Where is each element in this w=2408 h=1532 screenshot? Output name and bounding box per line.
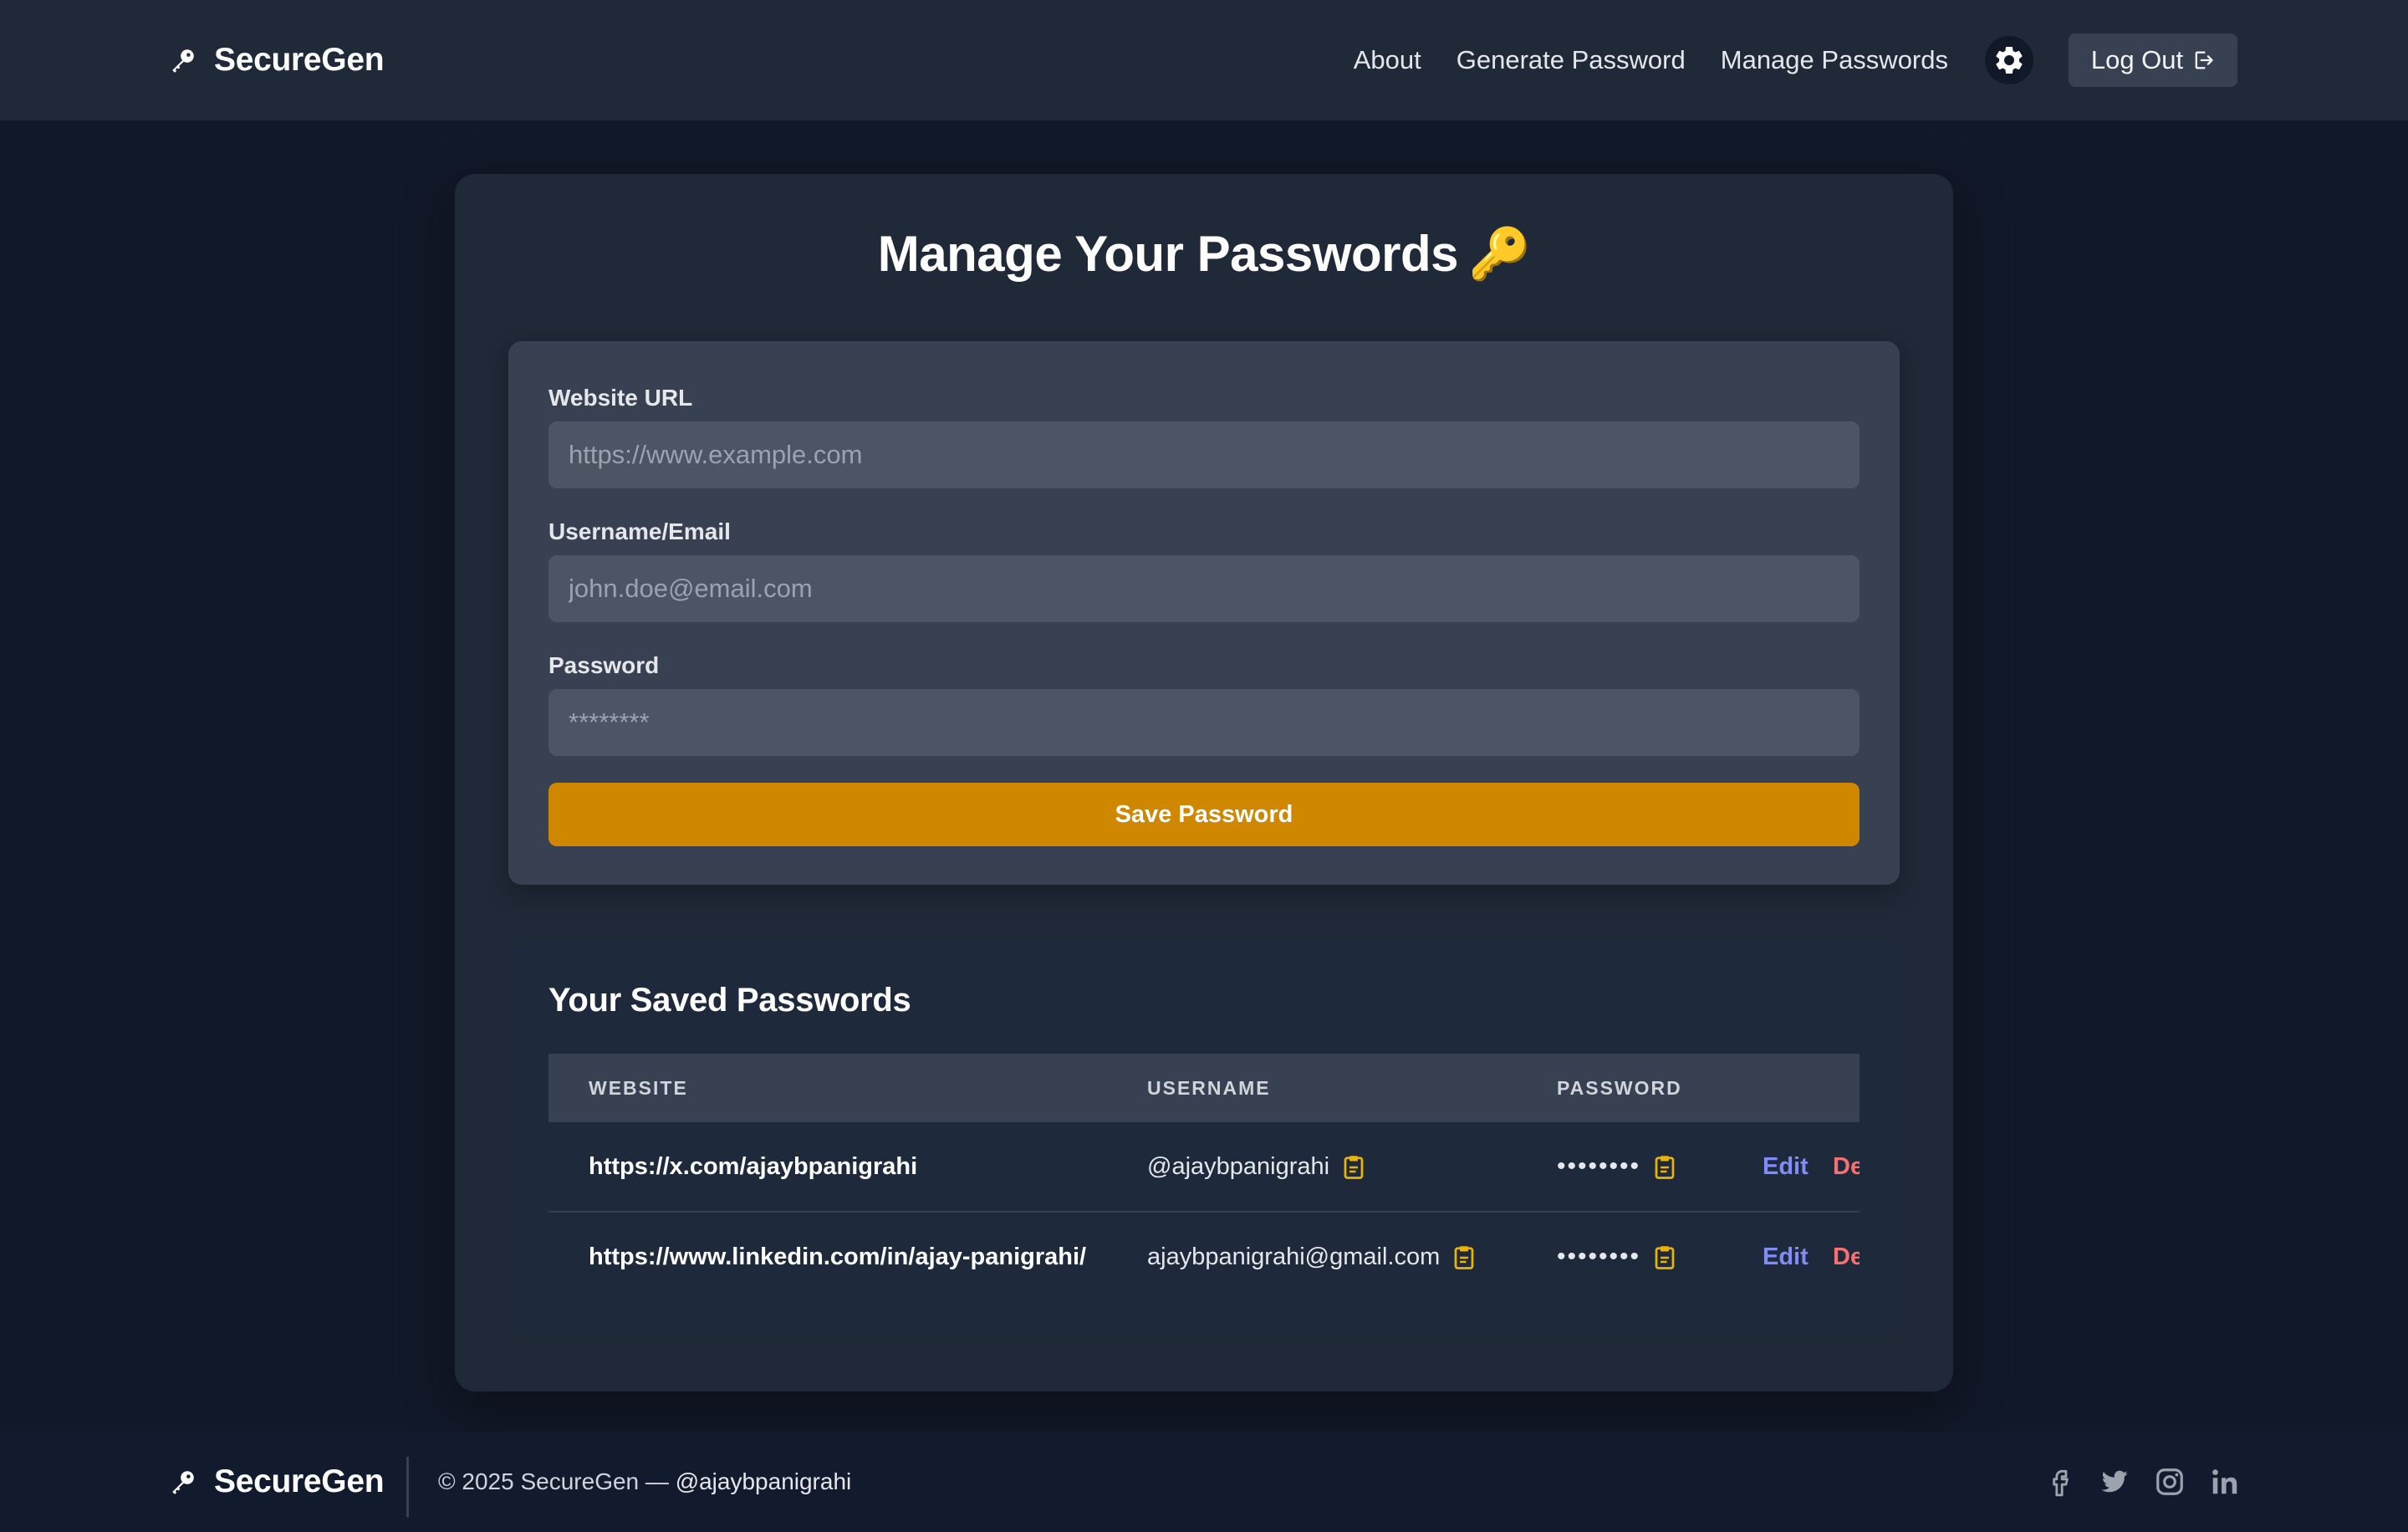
brand-name: SecureGen: [214, 42, 385, 78]
nav-manage-passwords[interactable]: Manage Passwords: [1721, 45, 1948, 75]
website-url-input[interactable]: [548, 421, 1860, 488]
social-links: [2043, 1432, 2241, 1532]
website-url-label: Website URL: [548, 385, 693, 411]
password-label: Password: [548, 652, 660, 678]
username-cell: @ajaybpanigrahi: [1147, 1122, 1365, 1211]
logout-icon: [2195, 51, 2213, 69]
nav-about[interactable]: About: [1354, 45, 1421, 75]
password-cell: ••••••••: [1557, 1213, 1676, 1301]
delete-button[interactable]: De: [1833, 1213, 1860, 1301]
theme-toggle-button[interactable]: [1985, 36, 2033, 84]
column-header-password: PASSWORD: [1557, 1077, 1682, 1099]
website-cell: https://x.com/ajaybpanigrahi: [589, 1153, 918, 1180]
brand[interactable]: SecureGen: [169, 42, 385, 79]
key-emoji-icon: 🔑: [1467, 226, 1531, 282]
table-row: https://x.com/ajaybpanigrahi @ajaybpanig…: [548, 1122, 1860, 1213]
footer-handle-link[interactable]: @ajaybpanigrahi: [676, 1468, 852, 1494]
footer-brand-name: SecureGen: [214, 1463, 385, 1499]
password-input[interactable]: [548, 689, 1860, 756]
copy-username-icon[interactable]: [1453, 1245, 1475, 1270]
column-header-username: USERNAME: [1147, 1077, 1271, 1099]
username-cell: ajaybpanigrahi@gmail.com: [1147, 1213, 1475, 1301]
column-header-website: WEBSITE: [589, 1077, 688, 1099]
copy-password-icon[interactable]: [1654, 1155, 1676, 1180]
password-mask: ••••••••: [1557, 1243, 1641, 1270]
password-cell: ••••••••: [1557, 1122, 1676, 1211]
copy-password-icon[interactable]: [1654, 1245, 1676, 1270]
table-header: WEBSITE USERNAME PASSWORD: [548, 1054, 1860, 1122]
gear-icon: [1996, 46, 2023, 74]
logout-button[interactable]: Log Out: [2069, 33, 2237, 87]
copy-username-icon[interactable]: [1343, 1155, 1365, 1180]
nav-generate-password[interactable]: Generate Password: [1457, 45, 1686, 75]
copyright-text: © 2025 SecureGen —: [438, 1468, 676, 1494]
key-icon: [169, 1468, 197, 1496]
nav-links: About Generate Password Manage Passwords…: [1354, 33, 2237, 87]
username-text: @ajaybpanigrahi: [1147, 1153, 1330, 1180]
passwords-table: WEBSITE USERNAME PASSWORD https://x.com/…: [548, 1054, 1860, 1321]
footer-brand[interactable]: SecureGen: [169, 1432, 385, 1532]
key-icon: [169, 46, 197, 74]
navbar: SecureGen About Generate Password Manage…: [0, 0, 2408, 120]
footer-copyright: © 2025 SecureGen — @ajaybpanigrahi: [438, 1432, 851, 1532]
save-password-button[interactable]: Save Password: [548, 783, 1860, 846]
linkedin-icon[interactable]: [2209, 1466, 2241, 1498]
page-title: Manage Your Passwords 🔑: [0, 224, 2408, 283]
password-mask: ••••••••: [1557, 1152, 1641, 1180]
saved-passwords-title: Your Saved Passwords: [548, 982, 911, 1019]
facebook-icon[interactable]: [2043, 1466, 2075, 1498]
edit-button[interactable]: Edit: [1763, 1122, 1809, 1211]
footer-divider: [406, 1457, 409, 1517]
username-text: ajaybpanigrahi@gmail.com: [1147, 1243, 1441, 1270]
edit-button[interactable]: Edit: [1763, 1213, 1809, 1301]
username-input[interactable]: [548, 555, 1860, 622]
logout-label: Log Out: [2090, 45, 2184, 74]
page-title-text: Manage Your Passwords: [877, 226, 1459, 282]
instagram-icon[interactable]: [2154, 1466, 2186, 1498]
website-cell: https://www.linkedin.com/in/ajay-panigra…: [589, 1243, 1087, 1270]
username-label: Username/Email: [548, 518, 731, 544]
delete-button[interactable]: De: [1833, 1122, 1860, 1211]
table-row: https://www.linkedin.com/in/ajay-panigra…: [548, 1213, 1860, 1301]
twitter-icon[interactable]: [2099, 1466, 2130, 1498]
